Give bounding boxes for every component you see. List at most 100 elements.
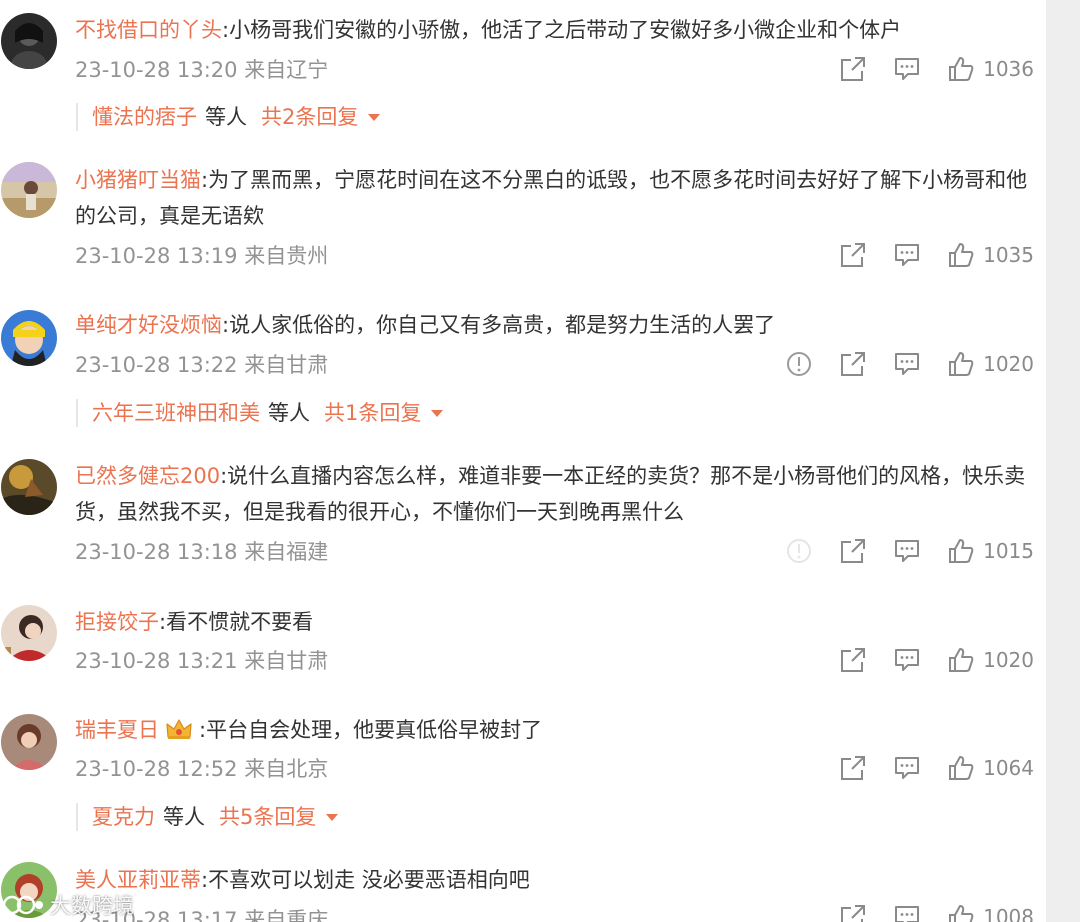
share-icon[interactable]: [839, 903, 867, 922]
timestamp: 23-10-28 13:19: [75, 244, 238, 268]
location: 来自辽宁: [244, 58, 329, 82]
reply-username[interactable]: 懂法的痞子: [92, 103, 197, 131]
like-icon[interactable]: [947, 350, 975, 378]
like-icon[interactable]: [947, 55, 975, 83]
username-link[interactable]: 小猪猪叮当猫: [75, 168, 201, 192]
comment-meta: 23-10-28 12:52 来自北京: [75, 755, 328, 783]
share-icon[interactable]: [839, 55, 867, 83]
username-link[interactable]: 不找借口的丫头: [75, 18, 222, 42]
chevron-down-icon[interactable]: [431, 409, 444, 417]
watermark-logo: [2, 895, 43, 915]
like-icon[interactable]: [947, 754, 975, 782]
comment-icon[interactable]: [893, 646, 921, 674]
share-icon[interactable]: [839, 754, 867, 782]
comment-actions: 1015: [759, 536, 1034, 566]
comment-text: 美人亚莉亚蒂:不喜欢可以划走 没必要恶语相向吧: [75, 862, 1035, 898]
comment-icon[interactable]: [893, 55, 921, 83]
timestamp: 23-10-28 13:22: [75, 353, 238, 377]
share-icon[interactable]: [839, 350, 867, 378]
reply-count-link[interactable]: 共5条回复: [219, 803, 316, 831]
like-icon[interactable]: [947, 646, 975, 674]
comment-meta: 23-10-28 13:22 来自甘肃: [75, 351, 328, 379]
reply-middle: 等人: [163, 805, 205, 829]
chevron-down-icon[interactable]: [368, 113, 381, 121]
reply-middle: 等人: [268, 401, 310, 425]
avatar[interactable]: [1, 310, 57, 366]
like-count: 1064: [983, 756, 1034, 780]
comment-body: :为了黑而黑，宁愿花时间在这不分黑白的诋毁，也不愿多花时间去好好了解下小杨哥和他…: [75, 168, 1028, 228]
comment-meta: 23-10-28 13:20 来自辽宁: [75, 56, 328, 84]
like-count: 1020: [983, 648, 1034, 672]
comment-actions: 1020: [759, 349, 1034, 379]
comment-icon[interactable]: [893, 903, 921, 922]
comment-text: 不找借口的丫头:小杨哥我们安徽的小骄傲，他活了之后带动了安徽好多小微企业和个体户: [75, 12, 1035, 48]
comment-actions: 1036: [813, 54, 1034, 84]
username-link[interactable]: 美人亚莉亚蒂: [75, 868, 201, 892]
comment-body: :不喜欢可以划走 没必要恶语相向吧: [201, 868, 530, 892]
comment-text: 单纯才好没烦恼:说人家低俗的，你自己又有多高贵，都是努力生活的人罢了: [75, 307, 1035, 343]
reply-count-link[interactable]: 共2条回复: [261, 103, 358, 131]
comment-body: :说人家低俗的，你自己又有多高贵，都是努力生活的人罢了: [222, 313, 776, 337]
like-count: 1020: [983, 352, 1034, 376]
share-icon[interactable]: [839, 241, 867, 269]
comment-icon[interactable]: [893, 754, 921, 782]
scrollbar[interactable]: [1046, 0, 1080, 922]
comment-meta: 23-10-28 13:19 来自贵州: [75, 242, 328, 270]
crown-icon: [166, 719, 192, 739]
reply-username[interactable]: 六年三班神田和美: [92, 399, 260, 427]
avatar[interactable]: [1, 13, 57, 69]
report-icon[interactable]: [785, 350, 813, 378]
location: 来自重庆: [244, 908, 329, 922]
location: 来自甘肃: [244, 649, 329, 673]
like-icon[interactable]: [947, 537, 975, 565]
chevron-down-icon[interactable]: [326, 813, 339, 821]
like-count: 1015: [983, 539, 1034, 563]
comment-body: :小杨哥我们安徽的小骄傲，他活了之后带动了安徽好多小微企业和个体户: [222, 18, 902, 42]
avatar[interactable]: [1, 459, 57, 515]
reply-summary[interactable]: 夏克力 等人 共5条回复: [76, 803, 339, 831]
like-count: 1036: [983, 57, 1034, 81]
comment-meta: 23-10-28 13:21 来自甘肃: [75, 647, 328, 675]
timestamp: 23-10-28 13:18: [75, 540, 238, 564]
share-icon[interactable]: [839, 537, 867, 565]
comment-meta: 23-10-28 13:18 来自福建: [75, 538, 328, 566]
comment-icon[interactable]: [893, 350, 921, 378]
location: 来自福建: [244, 540, 329, 564]
comment-feed: 不找借口的丫头:小杨哥我们安徽的小骄傲，他活了之后带动了安徽好多小微企业和个体户…: [0, 0, 1080, 922]
avatar[interactable]: [1, 714, 57, 770]
comment-actions: 1064: [813, 753, 1034, 783]
watermark: 大数跨境: [2, 890, 134, 920]
like-icon[interactable]: [947, 241, 975, 269]
comment-icon[interactable]: [893, 241, 921, 269]
avatar[interactable]: [1, 162, 57, 218]
watermark-text: 大数跨境: [50, 894, 134, 918]
comment-body: :看不惯就不要看: [159, 610, 314, 634]
timestamp: 23-10-28 13:21: [75, 649, 238, 673]
like-count: 1008: [983, 905, 1034, 922]
reply-middle: 等人: [205, 105, 247, 129]
comment-text: 已然多健忘200:说什么直播内容怎么样，难道非要一本正经的卖货？那不是小杨哥他们…: [75, 458, 1035, 530]
comment-text: 小猪猪叮当猫:为了黑而黑，宁愿花时间在这不分黑白的诋毁，也不愿多花时间去好好了解…: [75, 162, 1035, 234]
reply-count-link[interactable]: 共1条回复: [324, 399, 421, 427]
share-icon[interactable]: [839, 646, 867, 674]
comment-text: 瑞丰夏日:平台自会处理，他要真低俗早被封了: [75, 712, 1035, 748]
username-link[interactable]: 瑞丰夏日: [75, 718, 159, 742]
avatar[interactable]: [1, 605, 57, 661]
report-icon[interactable]: [785, 537, 813, 565]
reply-summary[interactable]: 懂法的痞子 等人 共2条回复: [76, 103, 381, 131]
like-count: 1035: [983, 243, 1034, 267]
username-link[interactable]: 拒接饺子: [75, 610, 159, 634]
reply-username[interactable]: 夏克力: [92, 803, 155, 831]
like-icon[interactable]: [947, 903, 975, 922]
comment-icon[interactable]: [893, 537, 921, 565]
username-link[interactable]: 已然多健忘200: [75, 464, 220, 488]
location: 来自北京: [244, 757, 329, 781]
comment-actions: 1035: [813, 240, 1034, 270]
comment-text: 拒接饺子:看不惯就不要看: [75, 604, 1035, 640]
reply-summary[interactable]: 六年三班神田和美 等人 共1条回复: [76, 399, 444, 427]
location: 来自贵州: [244, 244, 329, 268]
timestamp: 23-10-28 13:20: [75, 58, 238, 82]
comment-actions: 1008: [813, 902, 1034, 922]
comment-actions: 1020: [813, 645, 1034, 675]
username-link[interactable]: 单纯才好没烦恼: [75, 313, 222, 337]
